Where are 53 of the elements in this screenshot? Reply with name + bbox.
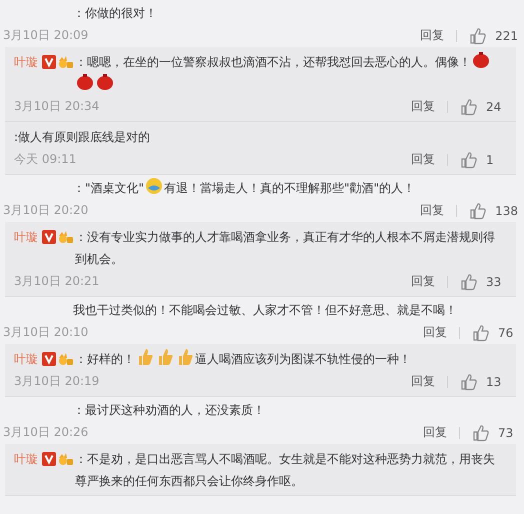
like-count: 138: [495, 204, 518, 218]
comment-text: ：没有专业实力做事的人才靠喝酒拿业务，真正有才华的人根本不屑走潜规则得到机会。: [75, 230, 495, 266]
comment-text: 逼人喝酒应该列为图谋不轨性侵的一种！: [195, 352, 411, 366]
like-icon[interactable]: [472, 324, 490, 342]
verified-badge-icon: [42, 55, 56, 69]
like-icon[interactable]: [472, 424, 490, 442]
like-icon[interactable]: [469, 26, 488, 44]
comment-time: 今天 09:11: [14, 151, 76, 168]
reply-link[interactable]: 回复: [411, 373, 435, 390]
reply-link[interactable]: 回复: [411, 273, 435, 290]
reply-link[interactable]: 回复: [411, 98, 435, 115]
lantern-icon: [96, 73, 114, 91]
reply-link[interactable]: 回复: [423, 324, 447, 341]
like-count: 221: [495, 28, 518, 42]
reply-link[interactable]: 回复: [423, 424, 447, 441]
comment-text: ：你做的很对！: [73, 6, 157, 20]
reply-link[interactable]: 回复: [420, 27, 444, 44]
reply-link[interactable]: 回复: [411, 151, 435, 168]
comment-text: :做人有原则跟底线是对的: [14, 130, 150, 144]
comment-text: ：不是劝，是口出恶言骂人不喝酒呢。女生就是不能对这种恶势力就范，用丧失尊严换来的任何东西都只会让你终身作呕。: [75, 452, 495, 488]
comment-time: 3月10日 20:26: [3, 424, 88, 441]
thumbs-up-icon: [136, 348, 154, 366]
like-count: 1: [486, 152, 495, 166]
comment-text: 有退！當場走人！真的不理解那些"勸酒"的人！: [164, 181, 416, 195]
comment-text: ：好样的！: [75, 352, 135, 366]
verified-badge-icon: [42, 352, 56, 366]
comment-time: 3月10日 20:10: [3, 324, 88, 341]
like-icon[interactable]: [460, 150, 478, 168]
verified-badge-icon: [42, 230, 56, 244]
verified-badge-icon: [42, 452, 56, 466]
like-count: 33: [486, 274, 502, 288]
like-icon[interactable]: [460, 372, 478, 390]
reply-link[interactable]: 回复: [420, 202, 444, 219]
comment-time: 3月10日 20:34: [14, 98, 100, 115]
comment-text: 我也干过类似的！不能喝会过敏、人家才不管！但不好意思、就是不喝！: [73, 303, 457, 317]
like-count: 24: [486, 100, 502, 114]
like-count: 13: [486, 374, 502, 388]
like-count: 73: [498, 426, 514, 440]
thumbs-up-icon: [156, 348, 174, 366]
like-icon[interactable]: [460, 272, 478, 290]
like-icon[interactable]: [469, 202, 488, 220]
comment-time: 3月10日 20:20: [3, 202, 88, 219]
comment-text: ："酒桌文化": [73, 181, 144, 195]
comment-time: 3月10日 20:09: [3, 27, 88, 44]
lantern-icon: [76, 73, 94, 91]
comment-text: ：最讨厌这种劝酒的人，还没素质！: [73, 403, 265, 417]
comment-time: 3月10日 20:21: [14, 273, 100, 290]
comment-time: 3月10日 20:19: [14, 373, 100, 390]
like-count: 76: [498, 326, 514, 340]
lantern-icon: [472, 51, 490, 69]
like-icon[interactable]: [460, 98, 478, 116]
comment-text: ：嗯嗯，在坐的一位警察叔叔也滴酒不沾，还帮我怼回去恶心的人。偶像！: [75, 55, 471, 69]
thumbs-up-icon: [176, 348, 194, 366]
